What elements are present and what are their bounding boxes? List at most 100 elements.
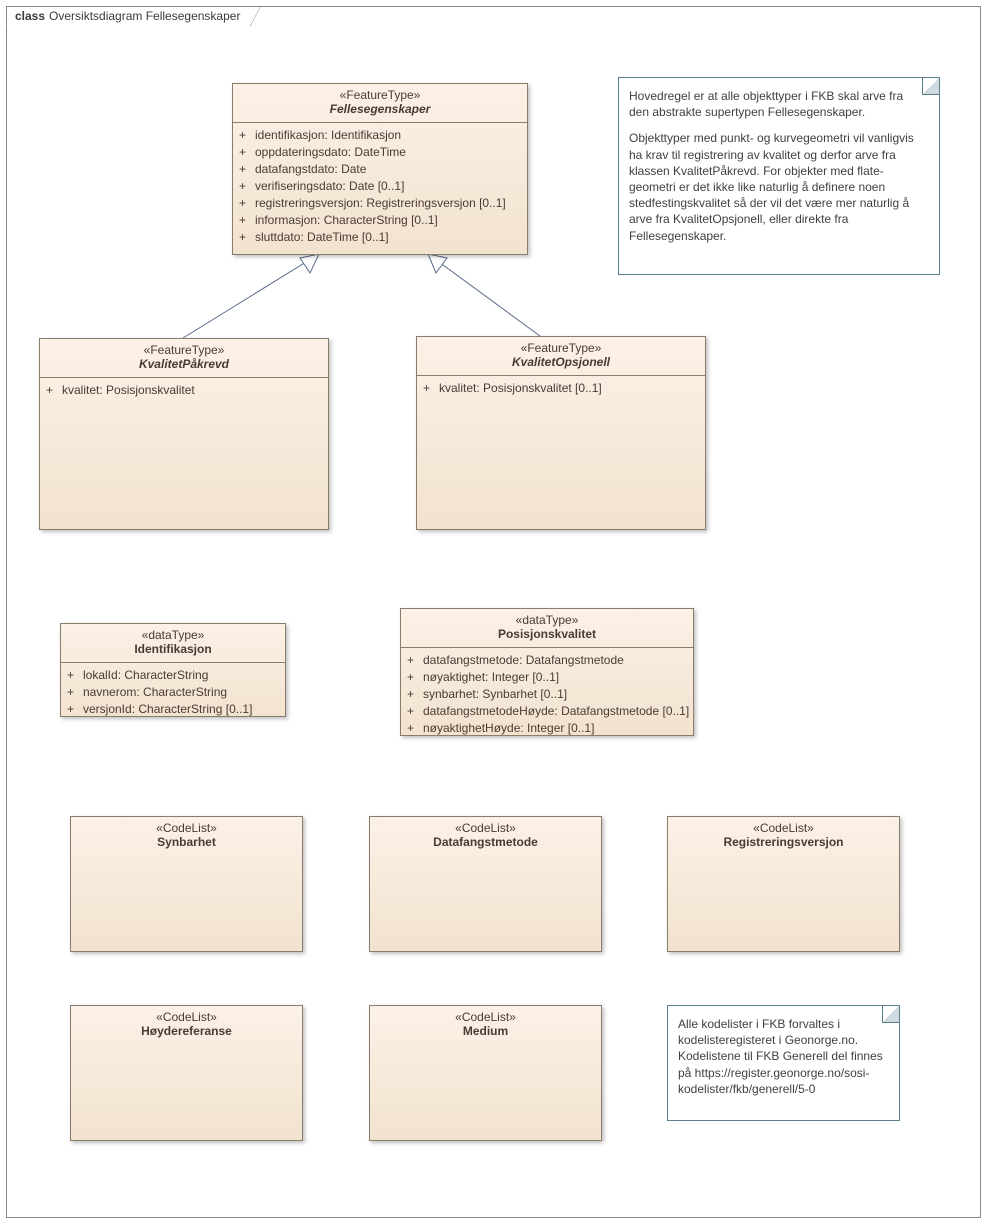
attribute: informasjon: CharacterString [0..1] [255, 212, 438, 229]
diagram-frame-tab: class Oversiktsdiagram Fellesegenskaper [6, 6, 251, 26]
attribute-row: +informasjon: CharacterString [0..1] [239, 212, 521, 229]
visibility: + [239, 195, 255, 212]
attribute-row: +lokalId: CharacterString [67, 667, 279, 684]
class-name: Registreringsversjon [674, 835, 893, 849]
class-name: KvalitetOpsjonell [423, 355, 699, 369]
class-name: Identifikasjon [67, 642, 279, 656]
visibility: + [239, 127, 255, 144]
class-name: Høydereferanse [77, 1024, 296, 1038]
class-medium: «CodeList» Medium [369, 1005, 602, 1141]
class-header: «dataType» Identifikasjon [61, 624, 285, 663]
attribute: kvalitet: Posisjonskvalitet [62, 382, 195, 399]
stereotype: «CodeList» [376, 821, 595, 835]
note-text: Alle kodelister i FKB forvaltes i kodeli… [678, 1016, 885, 1097]
class-header: «CodeList» Synbarhet [71, 817, 302, 855]
note-bottom: Alle kodelister i FKB forvaltes i kodeli… [667, 1005, 900, 1121]
attribute-row: +verifiseringsdato: Date [0..1] [239, 178, 521, 195]
note-top: Hovedregel er at alle objekttyper i FKB … [618, 77, 940, 275]
attribute: identifikasjon: Identifikasjon [255, 127, 401, 144]
class-name: Posisjonskvalitet [407, 627, 687, 641]
attribute-row: +datafangstmetodeHøyde: Datafangstmetode… [407, 703, 687, 720]
attribute: oppdateringsdato: DateTime [255, 144, 406, 161]
stereotype: «FeatureType» [239, 88, 521, 102]
visibility: + [407, 720, 423, 737]
visibility: + [407, 703, 423, 720]
attributes: +datafangstmetode: Datafangstmetode +nøy… [401, 648, 693, 741]
class-header: «CodeList» Medium [370, 1006, 601, 1044]
attribute: registreringsversjon: Registreringsversj… [255, 195, 506, 212]
attribute-row: +kvalitet: Posisjonskvalitet [46, 382, 322, 399]
attribute-row: +versjonId: CharacterString [0..1] [67, 701, 279, 718]
stereotype: «CodeList» [77, 1010, 296, 1024]
attribute-row: +synbarhet: Synbarhet [0..1] [407, 686, 687, 703]
attribute-row: +datafangstmetode: Datafangstmetode [407, 652, 687, 669]
attributes: +kvalitet: Posisjonskvalitet [40, 378, 328, 403]
attribute-row: +registreringsversjon: Registreringsvers… [239, 195, 521, 212]
visibility: + [67, 667, 83, 684]
visibility: + [239, 178, 255, 195]
class-registreringsversjon: «CodeList» Registreringsversjon [667, 816, 900, 952]
class-datafangstmetode: «CodeList» Datafangstmetode [369, 816, 602, 952]
class-identifikasjon: «dataType» Identifikasjon +lokalId: Char… [60, 623, 286, 717]
class-name: Datafangstmetode [376, 835, 595, 849]
attributes: +lokalId: CharacterString +navnerom: Cha… [61, 663, 285, 722]
attribute: kvalitet: Posisjonskvalitet [0..1] [439, 380, 602, 397]
visibility: + [239, 144, 255, 161]
attribute-row: +kvalitet: Posisjonskvalitet [0..1] [423, 380, 699, 397]
class-kvalitet-opsjonell: «FeatureType» KvalitetOpsjonell +kvalite… [416, 336, 706, 530]
attribute-row: +datafangstdato: Date [239, 161, 521, 178]
note-fold-icon [882, 1006, 899, 1023]
attribute-row: +nøyaktighet: Integer [0..1] [407, 669, 687, 686]
attribute: synbarhet: Synbarhet [0..1] [423, 686, 567, 703]
attribute-row: +oppdateringsdato: DateTime [239, 144, 521, 161]
stereotype: «dataType» [67, 628, 279, 642]
note-text: Hovedregel er at alle objekttyper i FKB … [629, 88, 925, 120]
attribute: navnerom: CharacterString [83, 684, 227, 701]
class-header: «FeatureType» KvalitetOpsjonell [417, 337, 705, 376]
class-hoydereferanse: «CodeList» Høydereferanse [70, 1005, 303, 1141]
attribute: verifiseringsdato: Date [0..1] [255, 178, 404, 195]
class-synbarhet: «CodeList» Synbarhet [70, 816, 303, 952]
attributes: +identifikasjon: Identifikasjon +oppdate… [233, 123, 527, 250]
class-name: Synbarhet [77, 835, 296, 849]
stereotype: «FeatureType» [423, 341, 699, 355]
attribute: datafangstdato: Date [255, 161, 366, 178]
frame-title: Oversiktsdiagram Fellesegenskaper [49, 9, 240, 23]
attribute-row: +identifikasjon: Identifikasjon [239, 127, 521, 144]
attribute-row: +navnerom: CharacterString [67, 684, 279, 701]
class-posisjonskvalitet: «dataType» Posisjonskvalitet +datafangst… [400, 608, 694, 736]
class-header: «CodeList» Datafangstmetode [370, 817, 601, 855]
note-fold-icon [922, 78, 939, 95]
stereotype: «dataType» [407, 613, 687, 627]
frame-keyword: class [15, 9, 45, 23]
visibility: + [67, 684, 83, 701]
attribute: nøyaktighetHøyde: Integer [0..1] [423, 720, 594, 737]
visibility: + [407, 652, 423, 669]
visibility: + [423, 380, 439, 397]
diagram-canvas: class Oversiktsdiagram Fellesegenskaper … [0, 0, 989, 1226]
attribute: lokalId: CharacterString [83, 667, 208, 684]
attribute: datafangstmetode: Datafangstmetode [423, 652, 624, 669]
class-header: «dataType» Posisjonskvalitet [401, 609, 693, 648]
class-name: Fellesegenskaper [239, 102, 521, 116]
visibility: + [239, 161, 255, 178]
attribute-row: +nøyaktighetHøyde: Integer [0..1] [407, 720, 687, 737]
stereotype: «CodeList» [77, 821, 296, 835]
stereotype: «CodeList» [674, 821, 893, 835]
class-header: «FeatureType» Fellesegenskaper [233, 84, 527, 123]
stereotype: «CodeList» [376, 1010, 595, 1024]
attribute: nøyaktighet: Integer [0..1] [423, 669, 559, 686]
attribute: sluttdato: DateTime [0..1] [255, 229, 389, 246]
class-kvalitet-pakrevd: «FeatureType» KvalitetPåkrevd +kvalitet:… [39, 338, 329, 530]
class-header: «FeatureType» KvalitetPåkrevd [40, 339, 328, 378]
attribute-row: +sluttdato: DateTime [0..1] [239, 229, 521, 246]
stereotype: «FeatureType» [46, 343, 322, 357]
class-name: Medium [376, 1024, 595, 1038]
visibility: + [239, 229, 255, 246]
class-header: «CodeList» Registreringsversjon [668, 817, 899, 855]
visibility: + [407, 686, 423, 703]
visibility: + [67, 701, 83, 718]
class-name: KvalitetPåkrevd [46, 357, 322, 371]
visibility: + [239, 212, 255, 229]
attributes: +kvalitet: Posisjonskvalitet [0..1] [417, 376, 705, 401]
